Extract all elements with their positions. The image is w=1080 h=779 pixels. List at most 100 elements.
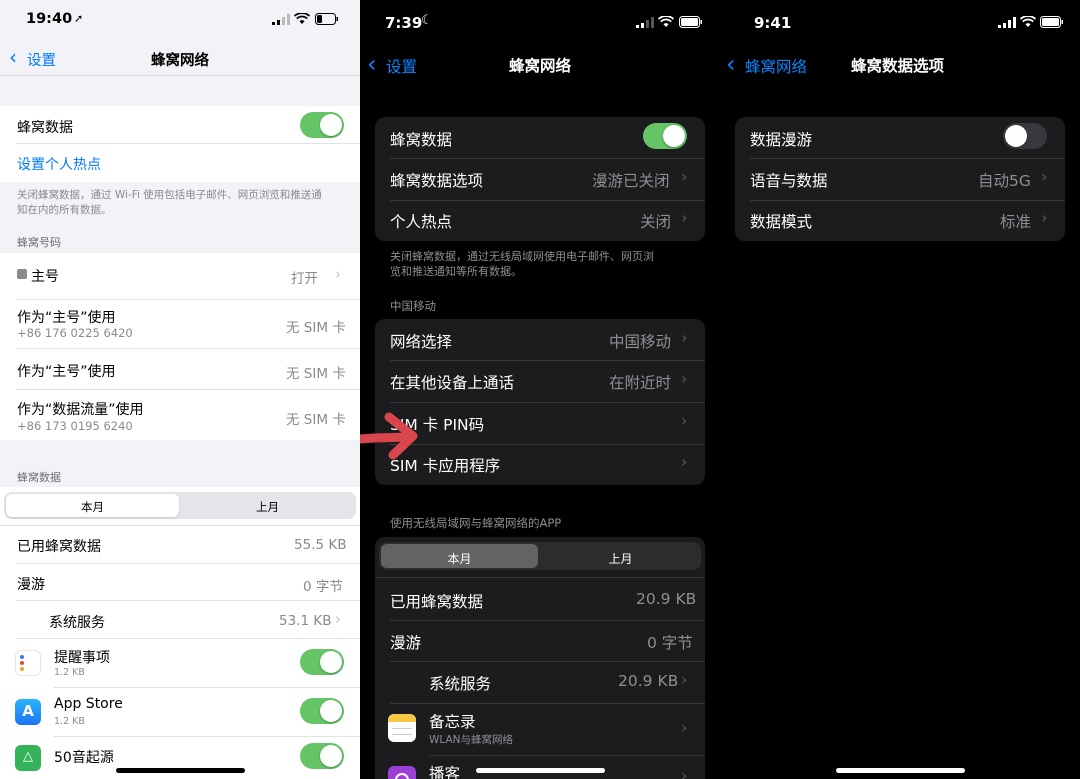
system-services-label: 系统服务 (49, 615, 105, 631)
roaming-value: 0 字节 (303, 579, 343, 595)
section-header-numbers: 蜂窝号码 (17, 236, 61, 249)
status-time: 19:40 (26, 11, 73, 27)
app-row-notes[interactable]: 备忘录 WLAN与蜂窝网络 › (375, 704, 705, 754)
appstore-app-icon: A (15, 699, 41, 725)
hotspot-link[interactable]: 设置个人热点 (17, 154, 101, 174)
primary-line-value: 打开 (291, 271, 318, 287)
app-cellular-toggle[interactable] (300, 743, 344, 769)
section-header-apps: 使用无线局域网与蜂窝网络的APP (390, 516, 562, 530)
chevron-right-icon: › (681, 208, 688, 227)
app-name: 50音起源 (54, 750, 114, 766)
chevron-right-icon: › (681, 167, 688, 186)
system-services-row[interactable]: 系统服务 20.9 KB › (375, 662, 705, 703)
app-name: 提醒事项 (54, 650, 110, 666)
status-bar: 19:40 ➚ (0, 0, 360, 40)
chevron-right-icon: › (335, 610, 341, 628)
app-sub: WLAN与蜂窝网络 (429, 734, 514, 746)
chevron-right-icon: › (681, 369, 688, 388)
network-select-value: 中国移动 (609, 333, 672, 351)
use-as-data-label: 作为“数据流量”使用 (17, 402, 144, 418)
period-segmented-control: 本月 上月 (379, 542, 701, 570)
network-select-label: 网络选择 (390, 333, 453, 351)
system-services-value: 20.9 KB (618, 672, 679, 690)
segment-last-month[interactable]: 上月 (181, 494, 354, 517)
data-usage-group: 本月 上月 已用蜂窝数据 55.5 KB 漫游 0 字节 系统服务 53.1 K… (0, 487, 360, 779)
data-mode-value: 标准 (1000, 213, 1032, 231)
chevron-right-icon: › (681, 718, 688, 737)
signal-icon (272, 14, 290, 25)
cellular-options-value: 漫游已关闭 (592, 172, 670, 190)
section-header-data: 蜂窝数据 (17, 471, 61, 484)
use-as-primary-label-1: 作为“主号”使用 (17, 310, 116, 326)
voice-data-row[interactable]: 语音与数据 自动5G › (735, 159, 1065, 200)
roaming-label: 漫游 (17, 577, 45, 593)
navigation-bar: ‹ 设置 蜂窝网络 (0, 40, 360, 76)
app-size: 1.2 KB (54, 716, 85, 727)
cellular-data-toggle[interactable] (300, 112, 344, 138)
panel-dark-cellular-options: 9:41 ‹ 蜂窝网络 蜂窝数据选项 数据漫游 语音与数据 自动5G › 数据模… (720, 0, 1080, 779)
options-group: 数据漫游 语音与数据 自动5G › 数据模式 标准 › (735, 117, 1065, 241)
cellular-data-group: 蜂窝数据 设置个人热点 (0, 106, 360, 182)
voice-data-value: 自动5G (978, 172, 1031, 190)
calls-other-devices-row[interactable]: 在其他设备上通话 在附近时 › (375, 361, 705, 402)
page-title: 蜂窝数据选项 (851, 57, 945, 75)
cellular-options-row[interactable]: 蜂窝数据选项 漫游已关闭 › (375, 159, 705, 200)
panel-dark-cellular: 7:39 ☾ ‹ 设置 蜂窝网络 蜂窝数据 蜂窝数据选项 漫游已关闭 › 个人热… (360, 0, 720, 779)
chevron-right-icon: › (1041, 167, 1048, 186)
notes-app-icon (388, 714, 416, 742)
primary-line-row[interactable]: 主号 打开 › (0, 253, 360, 299)
page-title: 蜂窝网络 (508, 57, 571, 75)
chevron-right-icon: › (681, 670, 688, 689)
data-roaming-toggle[interactable] (1003, 123, 1047, 149)
use-as-primary-row-2[interactable]: 作为“主号”使用 无 SIM 卡 (0, 349, 360, 389)
data-mode-row[interactable]: 数据模式 标准 › (735, 201, 1065, 241)
app-cellular-toggle[interactable] (300, 698, 344, 724)
app-size: 1.2 KB (54, 667, 85, 678)
use-as-primary-label-2: 作为“主号”使用 (17, 364, 116, 380)
panel-light-cellular: 19:40 ➚ ‹ 设置 蜂窝网络 蜂窝数据 设置个人热点 关闭蜂窝数据，通过 … (0, 0, 360, 779)
segment-last-month[interactable]: 上月 (542, 544, 699, 568)
back-chevron-icon[interactable]: ‹ (726, 50, 736, 78)
hotspot-row[interactable]: 个人热点 关闭 › (375, 201, 705, 241)
back-button[interactable]: 蜂窝网络 (745, 55, 807, 77)
status-time: 9:41 (754, 14, 792, 32)
cellular-data-label: 蜂窝数据 (390, 131, 453, 149)
battery-icon (1040, 16, 1063, 28)
hotspot-label: 个人热点 (390, 213, 453, 231)
use-as-primary-row-1[interactable]: 作为“主号”使用 +86 176 0225 6420 无 SIM 卡 (0, 300, 360, 348)
sim-status-3: 无 SIM 卡 (286, 412, 346, 428)
app-name: 备忘录 (429, 713, 476, 731)
calls-other-devices-label: 在其他设备上通话 (390, 374, 515, 392)
kana-app-icon: △ (15, 745, 41, 771)
chevron-right-icon: › (681, 452, 688, 471)
voice-data-label: 语音与数据 (750, 172, 828, 190)
cellular-group: 蜂窝数据 蜂窝数据选项 漫游已关闭 › 个人热点 关闭 › (375, 117, 705, 241)
data-mode-label: 数据模式 (750, 213, 813, 231)
segment-current-month[interactable]: 本月 (6, 494, 179, 517)
hotspot-value: 关闭 (640, 213, 672, 231)
status-time: 7:39 (385, 14, 423, 32)
primary-line-label: 主号 (31, 269, 59, 285)
used-data-label: 已用蜂窝数据 (390, 593, 484, 611)
signal-icon (998, 17, 1016, 28)
footer-note-line-1: 关闭蜂窝数据，通过无线局域网使用电子邮件、网页浏 (390, 250, 654, 263)
chevron-right-icon: › (681, 411, 688, 430)
podcasts-app-icon (388, 766, 416, 779)
footer-note-line-2: 知在内的所有数据。 (17, 204, 112, 216)
period-segmented-control: 本月 上月 (4, 492, 356, 519)
home-indicator (836, 768, 965, 773)
segment-current-month[interactable]: 本月 (381, 544, 538, 568)
app-name: App Store (54, 696, 123, 712)
network-select-row[interactable]: 网络选择 中国移动 › (375, 319, 705, 360)
chevron-right-icon: › (1041, 208, 1048, 227)
chevron-right-icon: › (681, 328, 688, 347)
app-cellular-toggle[interactable] (300, 649, 344, 675)
app-row-appstore: A App Store 1.2 KB (0, 688, 360, 736)
signal-icon (636, 17, 654, 28)
use-as-data-row[interactable]: 作为“数据流量”使用 +86 173 0195 6240 无 SIM 卡 (0, 390, 360, 440)
app-row-reminders: 提醒事项 1.2 KB (0, 639, 360, 687)
cellular-data-toggle[interactable] (643, 123, 687, 149)
battery-icon (315, 13, 338, 25)
phone-number-1: +86 176 0225 6420 (17, 326, 133, 340)
system-services-row[interactable]: 系统服务 53.1 KB › (0, 601, 360, 638)
